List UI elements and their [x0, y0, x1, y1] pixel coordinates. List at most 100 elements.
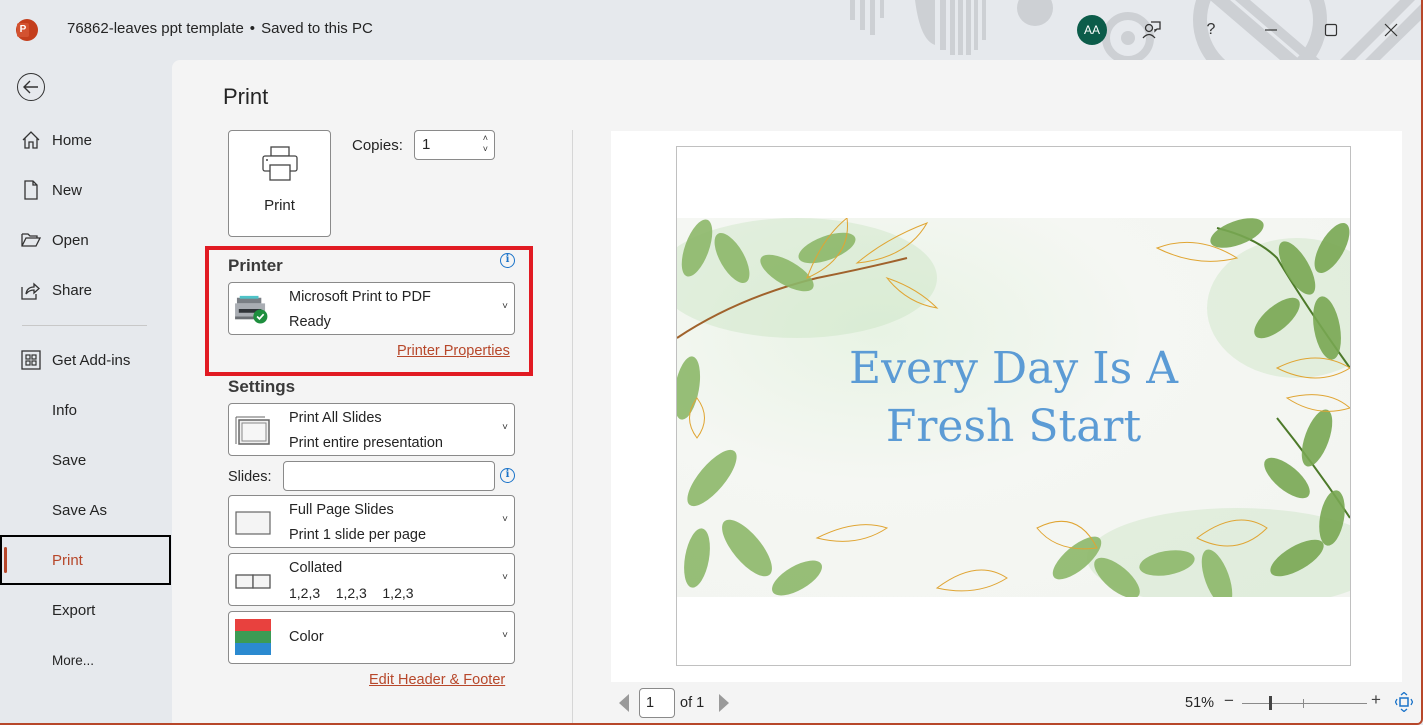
color-icon: [235, 619, 271, 655]
new-document-icon: [24, 180, 38, 200]
copies-stepper[interactable]: 1 ˄ ˅: [414, 130, 495, 160]
print-pane: Print Print Copies: 1 ˄ ˅ Printer i Micr…: [172, 60, 1421, 723]
sidebar-item-label: Print: [52, 551, 83, 569]
title-bar: P 76862-leaves ppt template • Saved to thi…: [0, 0, 1421, 60]
chevron-down-icon: ˅: [502, 630, 508, 641]
print-button[interactable]: Print: [228, 130, 331, 237]
back-button[interactable]: [17, 73, 45, 101]
document-name: 76862-leaves ppt template: [67, 20, 244, 37]
layout-title: Full Page Slides: [289, 502, 394, 518]
sidebar-item-info[interactable]: Info: [0, 391, 172, 429]
page-number-input[interactable]: 1: [639, 688, 675, 718]
collation-subtitle: 1,2,3 1,2,3 1,2,3: [289, 585, 414, 601]
zoom-slider-thumb[interactable]: [1269, 696, 1272, 710]
sidebar-divider: [22, 325, 147, 326]
slide-title-line-2: Fresh Start: [885, 401, 1142, 452]
minimize-button[interactable]: [1255, 14, 1287, 46]
sidebar-item-label: Open: [52, 231, 89, 249]
layout-subtitle: Print 1 slide per page: [289, 527, 427, 543]
slides-label: Slides:: [228, 469, 272, 485]
full-page-slide-icon: [235, 511, 271, 535]
powerpoint-window: P 76862-leaves ppt template • Saved to thi…: [0, 0, 1423, 725]
share-icon: [21, 282, 40, 300]
previous-page-icon[interactable]: [619, 694, 629, 712]
slide-title: Every Day Is A Fresh Start: [677, 340, 1350, 456]
chevron-down-icon: ˅: [502, 514, 508, 525]
sidebar-item-new[interactable]: New: [0, 171, 172, 209]
home-icon: [22, 131, 40, 149]
spin-down-icon[interactable]: ˅: [483, 144, 488, 154]
print-preview: Every Day Is A Fresh Start: [611, 131, 1402, 682]
sidebar-item-label: Save As: [52, 501, 108, 519]
copies-value: 1: [422, 136, 431, 153]
settings-section-title: Settings: [228, 377, 296, 396]
zoom-slider-track[interactable]: [1242, 703, 1367, 704]
printer-name: Microsoft Print to PDF: [289, 289, 431, 305]
print-range-subtitle: Print entire presentation: [289, 435, 443, 451]
print-range-title: Print All Slides: [289, 410, 382, 426]
save-status: Saved to this PC: [261, 20, 373, 37]
printer-status-icon: [235, 295, 268, 324]
print-all-slides-icon: [235, 416, 270, 445]
sidebar-item-save-as[interactable]: Save As: [0, 491, 172, 529]
zoom-to-page-icon[interactable]: [1395, 692, 1413, 712]
back-arrow-icon: [23, 80, 38, 94]
sidebar-item-print[interactable]: Print: [0, 535, 171, 585]
color-title: Color: [289, 629, 324, 645]
print-button-label: Print: [264, 197, 295, 214]
edit-header-footer-link[interactable]: Edit Header & Footer: [369, 672, 505, 688]
sidebar-item-label: New: [52, 181, 83, 199]
sidebar-item-export[interactable]: Export: [0, 591, 172, 629]
close-icon: [1384, 23, 1398, 37]
collated-icon: [235, 574, 271, 589]
next-page-icon[interactable]: [719, 694, 729, 712]
sidebar-item-label: Get Add-ins: [52, 351, 131, 369]
color-dropdown[interactable]: Color ˅: [228, 611, 515, 664]
printer-status: Ready: [289, 314, 331, 330]
sidebar-item-share[interactable]: Share: [0, 271, 172, 309]
slides-info-icon[interactable]: i: [500, 468, 515, 483]
zoom-out-button[interactable]: −: [1224, 691, 1234, 711]
sidebar-item-label: Export: [52, 601, 96, 619]
copies-label: Copies:: [352, 137, 403, 154]
sidebar-item-label: More...: [52, 652, 95, 668]
preview-page: Every Day Is A Fresh Start: [676, 146, 1351, 666]
page-count: of 1: [680, 695, 705, 711]
printer-dropdown[interactable]: Microsoft Print to PDF Ready ˅: [228, 282, 515, 335]
user-avatar[interactable]: AA: [1077, 15, 1107, 45]
powerpoint-icon: P: [16, 19, 38, 41]
share-comment-button[interactable]: [1136, 14, 1168, 46]
slides-input[interactable]: [283, 461, 495, 491]
print-range-dropdown[interactable]: Print All Slides Print entire presentati…: [228, 403, 515, 456]
printer-icon: [262, 146, 298, 181]
sidebar-item-home[interactable]: Home: [0, 121, 172, 159]
sidebar-item-label: Save: [52, 451, 87, 469]
sidebar-item-more[interactable]: More...: [0, 641, 172, 679]
sidebar-item-get-add-ins[interactable]: Get Add-ins: [0, 341, 172, 379]
zoom-slider-midmark: [1303, 699, 1304, 708]
layout-dropdown[interactable]: Full Page Slides Print 1 slide per page …: [228, 495, 515, 548]
printer-section-title: Printer: [228, 256, 283, 275]
help-icon: ?: [1206, 21, 1216, 38]
close-button[interactable]: [1375, 14, 1407, 46]
chevron-down-icon: ˅: [502, 301, 508, 312]
pane-divider: [572, 130, 573, 723]
sidebar-item-label: Home: [52, 131, 93, 149]
chevron-down-icon: ˅: [502, 422, 508, 433]
active-indicator: [4, 547, 7, 573]
zoom-in-button[interactable]: +: [1371, 690, 1381, 710]
share-comment-icon: [1142, 21, 1161, 39]
printer-info-icon[interactable]: i: [500, 253, 515, 268]
printer-properties-link[interactable]: Printer Properties: [397, 343, 510, 359]
collation-title: Collated: [289, 560, 343, 576]
copies-spinner[interactable]: ˄ ˅: [483, 133, 488, 155]
window-title: 76862-leaves ppt template • Saved to this …: [67, 20, 373, 37]
help-button[interactable]: ?: [1195, 14, 1227, 46]
sidebar-item-save[interactable]: Save: [0, 441, 172, 479]
zoom-percent[interactable]: 51%: [1185, 695, 1214, 711]
folder-open-icon: [21, 233, 41, 247]
spin-up-icon[interactable]: ˄: [483, 133, 488, 143]
sidebar-item-open[interactable]: Open: [0, 221, 172, 259]
maximize-button[interactable]: [1315, 14, 1347, 46]
collation-dropdown[interactable]: Collated 1,2,3 1,2,3 1,2,3 ˅: [228, 553, 515, 606]
